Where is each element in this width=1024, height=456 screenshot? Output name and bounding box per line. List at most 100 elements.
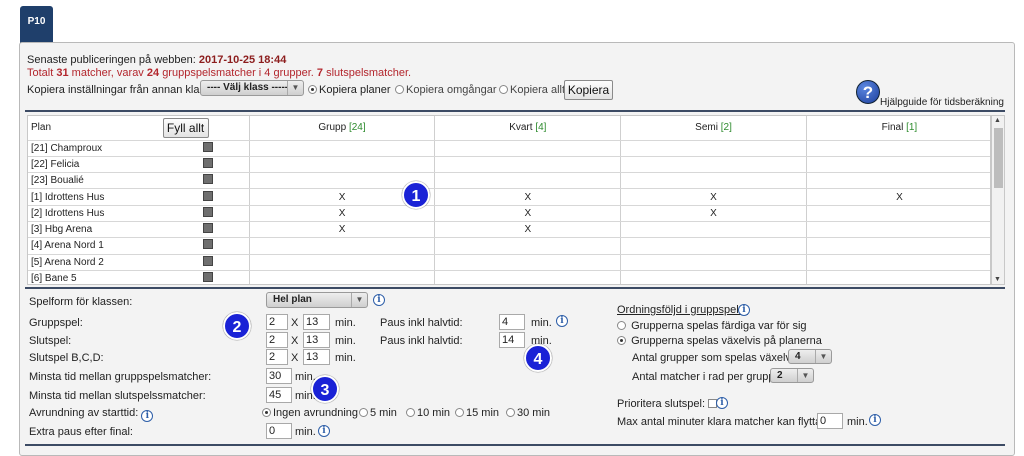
tab-p10[interactable]: P10 — [20, 6, 53, 43]
grid-cell[interactable] — [620, 237, 807, 255]
info-icon[interactable]: i — [738, 304, 750, 316]
slutspel-count-input[interactable]: 2 — [266, 332, 288, 348]
bcd-minutes-input[interactable]: 13 — [303, 349, 330, 365]
gruppspel-minutes-input[interactable]: 13 — [303, 314, 330, 330]
grid-cell[interactable]: X — [805, 188, 990, 206]
radio-icon[interactable] — [262, 408, 271, 417]
grid-cell[interactable] — [248, 156, 435, 174]
grid-cell[interactable]: X — [434, 205, 621, 222]
row-toggle[interactable] — [202, 272, 213, 283]
slutspel-minutes-input[interactable]: 13 — [303, 332, 330, 348]
grid-cell[interactable] — [620, 270, 807, 284]
spelform-select[interactable]: Hel plan ▼ — [266, 292, 368, 308]
avrundning-15[interactable]: 15 min — [455, 407, 499, 419]
radio-icon[interactable] — [395, 85, 404, 94]
groups-select[interactable]: 4 ▼ — [788, 349, 832, 364]
row-toggle[interactable] — [202, 255, 213, 266]
grid-cell[interactable] — [620, 172, 807, 190]
order-option-alternate[interactable]: Grupperna spelas växelvis på planerna — [617, 335, 822, 347]
radio-icon[interactable] — [499, 85, 508, 94]
bcd-count-input[interactable]: 2 — [266, 349, 288, 365]
row-toggle[interactable] — [202, 174, 213, 185]
grid-cell[interactable] — [434, 172, 621, 190]
groups-label: Antal grupper som spelas växelvis: — [632, 352, 802, 364]
info-icon[interactable]: i — [373, 294, 385, 306]
minsta-grupp-input[interactable]: 30 — [266, 368, 292, 384]
radio-icon[interactable] — [617, 321, 626, 330]
copy-plans-option[interactable]: Kopiera planer — [308, 84, 391, 96]
radio-icon[interactable] — [617, 336, 626, 345]
rows-select[interactable]: 2 ▼ — [770, 368, 814, 383]
radio-icon[interactable] — [359, 408, 368, 417]
row-toggle[interactable] — [202, 239, 213, 250]
grid-cell[interactable] — [434, 254, 621, 271]
plan-name: [1] Idrottens Hus — [28, 188, 203, 206]
help-link[interactable]: Hjälpguide för tidsberäkning — [880, 97, 1004, 108]
grid-cell[interactable]: X — [434, 221, 621, 239]
radio-icon[interactable] — [308, 85, 317, 94]
max-input[interactable]: 0 — [817, 413, 843, 429]
help-icon[interactable]: ? — [856, 80, 880, 104]
grid-cell[interactable]: X — [434, 188, 621, 206]
grid-cell[interactable] — [805, 270, 990, 284]
order-option-separate[interactable]: Grupperna spelas färdiga var för sig — [617, 320, 807, 332]
scroll-thumb[interactable] — [994, 128, 1003, 188]
grid-cell[interactable] — [434, 237, 621, 255]
row-toggle[interactable] — [202, 190, 213, 201]
grid-cell[interactable]: X — [248, 205, 435, 222]
grid-cell[interactable]: X — [248, 221, 435, 239]
extra-input[interactable]: 0 — [266, 423, 292, 439]
copy-all-option[interactable]: Kopiera allt — [499, 84, 565, 96]
row-toggle-cell — [202, 140, 250, 157]
info-icon[interactable]: i — [318, 425, 330, 437]
grid-cell[interactable] — [248, 140, 435, 157]
grid-cell[interactable] — [248, 270, 435, 284]
grid-scrollbar[interactable]: ▲ ▼ — [991, 115, 1005, 285]
paus2-input[interactable]: 14 — [499, 332, 525, 348]
row-toggle[interactable] — [202, 157, 213, 168]
copy-label: Kopiera inställningar från annan klass: — [27, 84, 214, 96]
grid-cell[interactable] — [805, 254, 990, 271]
radio-icon[interactable] — [506, 408, 515, 417]
grid-cell[interactable] — [620, 221, 807, 239]
grid-cell[interactable]: X — [620, 205, 807, 222]
grid-cell[interactable] — [805, 172, 990, 190]
minsta-slut-input[interactable]: 45 — [266, 387, 292, 403]
grid-cell[interactable] — [620, 140, 807, 157]
grid-cell[interactable] — [805, 221, 990, 239]
info-icon[interactable]: i — [556, 315, 568, 327]
scroll-down-icon[interactable]: ▼ — [994, 276, 1001, 283]
row-toggle[interactable] — [202, 206, 213, 217]
grid-cell[interactable] — [248, 237, 435, 255]
grid-cell[interactable] — [805, 205, 990, 222]
grid-cell[interactable] — [434, 156, 621, 174]
fill-all-button[interactable]: Fyll allt — [162, 117, 209, 138]
info-icon[interactable]: i — [141, 410, 154, 422]
grid-cell[interactable] — [805, 140, 990, 157]
grid-cell[interactable] — [248, 254, 435, 271]
row-toggle[interactable] — [202, 223, 213, 234]
info-icon[interactable]: i — [716, 397, 728, 409]
avrundning-5[interactable]: 5 min — [359, 407, 397, 419]
grid-cell[interactable] — [805, 237, 990, 255]
grid-cell[interactable] — [805, 156, 990, 174]
copy-class-select[interactable]: ---- Välj klass ----- ▼ — [200, 80, 304, 96]
radio-icon[interactable] — [406, 408, 415, 417]
copy-rounds-label: Kopiera omgångar — [406, 84, 497, 96]
grid-cell[interactable] — [620, 254, 807, 271]
grid-cell[interactable] — [434, 270, 621, 284]
avrundning-none[interactable]: Ingen avrundning — [262, 407, 358, 419]
paus1-input[interactable]: 4 — [499, 314, 525, 330]
copy-button[interactable]: Kopiera — [564, 80, 613, 100]
grid-cell[interactable] — [620, 156, 807, 174]
radio-icon[interactable] — [455, 408, 464, 417]
copy-rounds-option[interactable]: Kopiera omgångar — [395, 84, 497, 96]
row-toggle[interactable] — [202, 141, 213, 152]
avrundning-10[interactable]: 10 min — [406, 407, 450, 419]
gruppspel-count-input[interactable]: 2 — [266, 314, 288, 330]
info-icon[interactable]: i — [869, 414, 881, 426]
avrundning-30[interactable]: 30 min — [506, 407, 550, 419]
grid-cell[interactable] — [434, 140, 621, 157]
grid-cell[interactable]: X — [620, 188, 807, 206]
scroll-up-icon[interactable]: ▲ — [994, 117, 1001, 124]
